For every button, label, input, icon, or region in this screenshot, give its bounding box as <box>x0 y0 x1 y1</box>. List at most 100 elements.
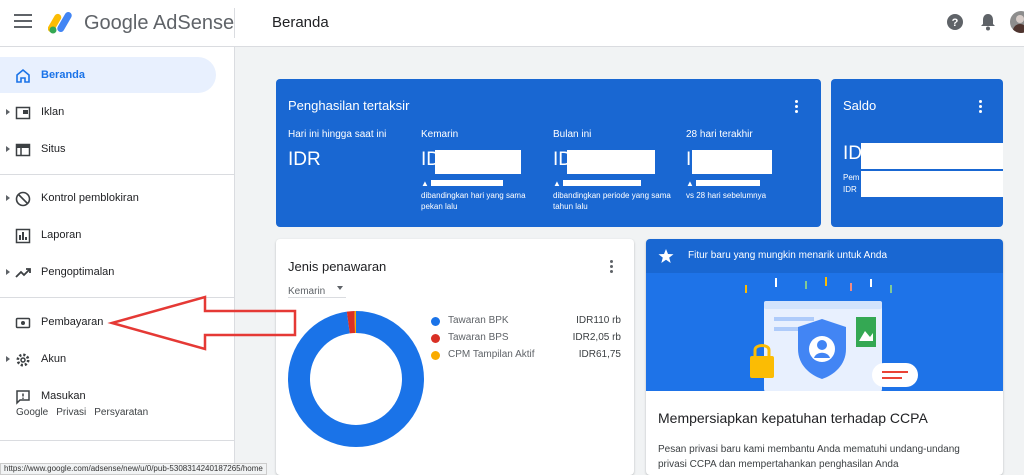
legend-dot-red <box>431 334 440 343</box>
metric-label: Kemarin <box>421 129 459 140</box>
legend-value: IDR2,05 rb <box>572 332 621 343</box>
balance-title: Saldo <box>843 98 877 113</box>
brand-name: Google AdSense <box>84 12 235 34</box>
home-icon <box>16 68 30 83</box>
sidebar-divider <box>0 174 235 175</box>
sidebar-item-label: Masukan <box>41 390 86 402</box>
menu-icon[interactable] <box>14 14 32 28</box>
chevron-down-icon <box>337 286 343 290</box>
sidebar-item-situs[interactable]: Situs <box>0 131 216 167</box>
bar-chart-icon <box>15 228 31 244</box>
period-dropdown-value: Kemarin <box>288 286 326 297</box>
sidebar-item-laporan[interactable]: Laporan <box>0 217 216 253</box>
svg-text:?: ? <box>952 17 959 29</box>
metric-label: 28 hari terakhir <box>686 129 753 140</box>
metric-today[interactable]: Hari ini hingga saat ini IDR <box>288 129 413 170</box>
redaction-overlay <box>861 171 1003 197</box>
sidebar-item-label: Iklan <box>41 106 65 118</box>
redaction-overlay <box>861 143 1003 169</box>
help-icon[interactable]: ? <box>946 13 964 31</box>
balance-card[interactable]: Saldo ID Pem IDR <box>831 79 1003 227</box>
ad-unit-icon <box>15 106 31 120</box>
feedback-icon <box>16 390 30 405</box>
redaction-overlay <box>435 150 521 174</box>
sidebar-item-label: Akun <box>41 353 67 365</box>
gear-icon <box>16 353 30 367</box>
metric-comparison: dibandingkan periode yang sama tahun lal… <box>553 191 671 211</box>
sidebar-divider <box>0 440 235 441</box>
star-icon <box>658 249 674 263</box>
earnings-card-title: Penghasilan tertaksir <box>288 98 410 113</box>
legend-item-tawaran-bps: Tawaran BPS IDR2,05 rb <box>431 332 621 346</box>
sidebar-item-pembayaran[interactable]: Pembayaran <box>0 304 216 340</box>
expand-caret-icon[interactable] <box>6 195 10 201</box>
sidebar-footer: Google Privasi Persyaratan <box>16 407 156 418</box>
metric-value: IDR <box>288 149 321 170</box>
sidebar-item-akun[interactable]: Akun <box>0 341 216 377</box>
web-icon <box>15 143 31 157</box>
sidebar-item-label: Laporan <box>41 229 82 241</box>
redaction-overlay <box>567 150 655 174</box>
balance-more-menu-icon[interactable] <box>979 100 983 115</box>
metric-value: I <box>686 149 692 170</box>
metric-yesterday[interactable]: Kemarin ID ▲ dibandingkan hari yang sama… <box>421 129 546 211</box>
offer-types-donut-chart <box>288 311 424 447</box>
feature-description: Pesan privasi baru kami membantu Anda me… <box>658 444 960 470</box>
balance-note: Pem <box>843 173 860 182</box>
trend-up-icon: ▲ <box>421 179 429 188</box>
feature-banner: Fitur baru yang mungkin menarik untuk An… <box>646 239 1003 273</box>
legend-label: Tawaran BPK <box>448 315 509 326</box>
browser-status-url: https://www.google.com/adsense/new/u/0/p… <box>0 463 267 475</box>
notifications-icon[interactable] <box>980 13 996 31</box>
top-app-bar: Google AdSense Beranda ? <box>0 0 1024 47</box>
metric-label: Hari ini hingga saat ini <box>288 129 387 140</box>
expand-caret-icon[interactable] <box>6 146 10 152</box>
expand-caret-icon[interactable] <box>6 109 10 115</box>
metric-28-days[interactable]: 28 hari terakhir I ▲ vs 28 hari sebelumn… <box>686 129 811 200</box>
metric-comparison: dibandingkan hari yang sama pekan lalu <box>421 191 526 211</box>
feature-title: Mempersiapkan kepatuhan terhadap CCPA <box>658 410 928 426</box>
trending-up-icon <box>15 268 31 278</box>
balance-value: ID <box>843 143 862 164</box>
privacy-illustration <box>745 277 918 393</box>
legend-value: IDR110 rb <box>576 315 621 326</box>
sidebar-item-label: Beranda <box>41 69 86 81</box>
header-divider <box>234 8 235 38</box>
legend-item-tawaran-bpk: Tawaran BPK IDR110 rb <box>431 315 621 329</box>
sidebar-item-kontrol-pemblokiran[interactable]: Kontrol pemblokiran <box>0 180 216 216</box>
redaction-overlay <box>696 180 760 186</box>
legend-value: IDR61,75 <box>578 349 621 360</box>
footer-terms-link[interactable]: Persyaratan <box>94 407 148 418</box>
sidebar-item-beranda[interactable]: Beranda <box>0 57 216 93</box>
earnings-more-menu-icon[interactable] <box>795 100 799 115</box>
sidebar-item-pengoptimalan[interactable]: Pengoptimalan <box>0 254 216 290</box>
legend-label: CPM Tampilan Aktif <box>448 349 535 360</box>
legend-dot-yellow <box>431 351 440 360</box>
period-dropdown[interactable]: Kemarin <box>288 281 346 298</box>
sidebar-item-label: Kontrol pemblokiran <box>41 192 139 204</box>
page-title: Beranda <box>272 14 329 31</box>
payment-icon <box>15 317 31 329</box>
metric-label: Bulan ini <box>553 129 592 140</box>
legend-dot-blue <box>431 317 440 326</box>
footer-google-link[interactable]: Google <box>16 407 48 418</box>
redaction-overlay <box>692 150 772 174</box>
expand-caret-icon[interactable] <box>6 356 10 362</box>
adsense-logo[interactable] <box>48 10 74 34</box>
metric-this-month[interactable]: Bulan ini ID ▲ dibandingkan periode yang… <box>553 129 678 211</box>
redaction-overlay <box>563 180 641 186</box>
legend-item-cpm-tampilan-aktif: CPM Tampilan Aktif IDR61,75 <box>431 349 621 363</box>
metric-comparison: vs 28 hari sebelumnya <box>686 191 767 200</box>
footer-privacy-link[interactable]: Privasi <box>56 407 86 418</box>
avatar[interactable] <box>1010 11 1024 33</box>
feature-illustration-bg <box>646 273 1003 393</box>
sidebar-item-iklan[interactable]: Iklan <box>0 94 216 130</box>
sidebar-item-label: Pengoptimalan <box>41 266 115 278</box>
donut-segment-tawaran-bpk[interactable] <box>288 311 424 447</box>
expand-caret-icon[interactable] <box>6 269 10 275</box>
sidebar-item-label: Pembayaran <box>41 316 104 328</box>
offer-types-more-menu-icon[interactable] <box>610 260 614 275</box>
feature-card[interactable]: Fitur baru yang mungkin menarik untuk An… <box>646 239 1003 475</box>
trend-up-icon: ▲ <box>686 179 694 188</box>
balance-currency: IDR <box>843 185 857 194</box>
